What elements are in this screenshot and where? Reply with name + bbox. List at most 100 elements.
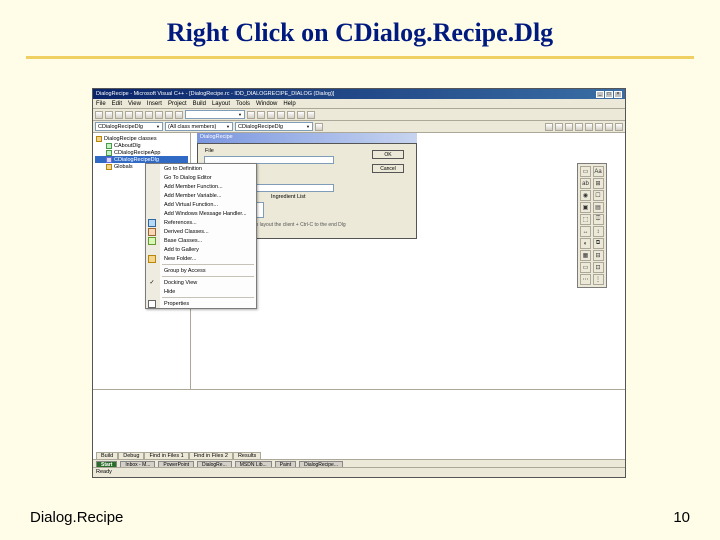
align-top-icon[interactable] bbox=[575, 123, 583, 131]
find-icon[interactable] bbox=[247, 111, 255, 119]
menu-project[interactable]: Project bbox=[168, 101, 187, 107]
wizard-icon[interactable] bbox=[315, 123, 323, 131]
cm-add-virtual-function[interactable]: Add Virtual Function... bbox=[146, 200, 256, 209]
button-icon[interactable]: ▣ bbox=[580, 202, 591, 213]
folder-icon bbox=[96, 136, 102, 142]
tree-ctrl-icon[interactable]: ⊡ bbox=[593, 262, 604, 273]
slide-footer-right: 10 bbox=[673, 509, 690, 526]
cm-add-member-variable[interactable]: Add Member Variable... bbox=[146, 191, 256, 200]
edit-box-icon[interactable]: ab bbox=[580, 178, 591, 189]
minimize-button[interactable]: _ bbox=[596, 91, 604, 98]
slider-icon[interactable]: ▦ bbox=[580, 250, 591, 261]
hscroll-icon[interactable]: ↔ bbox=[580, 226, 591, 237]
align-bottom-icon[interactable] bbox=[585, 123, 593, 131]
tree-root[interactable]: DialogRecipe classes bbox=[95, 135, 188, 142]
properties-icon bbox=[148, 300, 156, 308]
group-box-icon[interactable]: ⊞ bbox=[593, 178, 604, 189]
save-icon[interactable] bbox=[115, 111, 123, 119]
tab-find2[interactable]: Find in Files 2 bbox=[189, 452, 233, 459]
build-icon[interactable] bbox=[257, 111, 265, 119]
cm-new-folder[interactable]: New Folder... bbox=[146, 254, 256, 263]
progress-icon[interactable]: ⧉ bbox=[593, 238, 604, 249]
cm-add-to-gallery[interactable]: Add to Gallery bbox=[146, 245, 256, 254]
menu-tools[interactable]: Tools bbox=[236, 101, 250, 107]
cancel-button[interactable]: Cancel bbox=[372, 164, 404, 173]
custom-ctrl-icon[interactable]: ⋮ bbox=[593, 274, 604, 285]
menu-insert[interactable]: Insert bbox=[147, 101, 162, 107]
list-ctrl-icon[interactable]: ▭ bbox=[580, 262, 591, 273]
ide-title-text: DialogRecipe - Microsoft Visual C++ - [D… bbox=[96, 91, 334, 97]
execute-icon[interactable] bbox=[287, 111, 295, 119]
compile-icon[interactable] bbox=[267, 111, 275, 119]
undo-icon[interactable] bbox=[165, 111, 173, 119]
cm-properties[interactable]: Properties bbox=[146, 299, 256, 308]
menu-edit[interactable]: Edit bbox=[112, 101, 122, 107]
cut-icon[interactable] bbox=[135, 111, 143, 119]
cm-hide[interactable]: Hide bbox=[146, 287, 256, 296]
grid-icon[interactable] bbox=[615, 123, 623, 131]
cm-docking-view[interactable]: ✓ Docking View bbox=[146, 278, 256, 287]
test-dialog-icon[interactable] bbox=[545, 123, 553, 131]
ok-button[interactable]: OK bbox=[372, 150, 404, 159]
class-combo[interactable]: CDialogRecipeDlg▼ bbox=[95, 122, 163, 131]
tab-results[interactable]: Results bbox=[233, 452, 261, 459]
class-icon bbox=[106, 150, 112, 156]
go-icon[interactable] bbox=[297, 111, 305, 119]
cm-add-message-handler[interactable]: Add Windows Message Handler... bbox=[146, 209, 256, 218]
paste-icon[interactable] bbox=[155, 111, 163, 119]
spin-icon[interactable]: ◐ bbox=[580, 238, 591, 249]
list-box-icon[interactable]: ⬚ bbox=[580, 214, 591, 225]
tab-find1[interactable]: Find in Files 1 bbox=[144, 452, 188, 459]
center-horiz-icon[interactable] bbox=[595, 123, 603, 131]
copy-icon[interactable] bbox=[145, 111, 153, 119]
vscroll-icon[interactable]: ↕ bbox=[593, 226, 604, 237]
cm-derived-classes[interactable]: Derived Classes... bbox=[146, 227, 256, 236]
members-combo[interactable]: (All class members)▼ bbox=[165, 122, 233, 131]
check-box-icon[interactable]: ☐ bbox=[593, 190, 604, 201]
center-vert-icon[interactable] bbox=[605, 123, 613, 131]
radio-button-icon[interactable]: ◉ bbox=[580, 190, 591, 201]
pointer-tool-icon[interactable]: ▭ bbox=[580, 166, 591, 177]
menu-view[interactable]: View bbox=[128, 101, 141, 107]
tab-build[interactable]: Build bbox=[96, 452, 118, 459]
menu-file[interactable]: File bbox=[96, 101, 106, 107]
cm-base-classes[interactable]: Base Classes... bbox=[146, 236, 256, 245]
statusbar: Ready bbox=[93, 467, 625, 477]
workspace-combo[interactable]: ▼ bbox=[185, 110, 245, 119]
derived-icon bbox=[148, 228, 156, 236]
static-text-icon[interactable]: Aa bbox=[593, 166, 604, 177]
close-button[interactable]: × bbox=[614, 91, 622, 98]
cm-references[interactable]: References... bbox=[146, 218, 256, 227]
menu-help[interactable]: Help bbox=[283, 101, 295, 107]
class-icon bbox=[106, 143, 112, 149]
tree-item-cdialogrecipedlg[interactable]: CDialogRecipeDlg bbox=[95, 156, 188, 163]
menu-build[interactable]: Build bbox=[193, 101, 206, 107]
save-all-icon[interactable] bbox=[125, 111, 133, 119]
combo-box-icon[interactable]: ▤ bbox=[593, 202, 604, 213]
open-file-icon[interactable] bbox=[105, 111, 113, 119]
tree-item-cdialogrecipeapp[interactable]: CDialogRecipeApp bbox=[95, 149, 188, 156]
align-left-icon[interactable] bbox=[555, 123, 563, 131]
redo-icon[interactable] bbox=[175, 111, 183, 119]
breakpoint-icon[interactable] bbox=[307, 111, 315, 119]
tree-item-caboutdlg[interactable]: CAboutDlg bbox=[95, 142, 188, 149]
dialog-form-titlebar[interactable]: DialogRecipe bbox=[197, 133, 417, 143]
function-combo[interactable]: CDialogRecipeDlg▼ bbox=[235, 122, 313, 131]
new-file-icon[interactable] bbox=[95, 111, 103, 119]
menu-layout[interactable]: Layout bbox=[212, 101, 230, 107]
picture-icon[interactable]: ⎅ bbox=[593, 214, 604, 225]
hotkey-icon[interactable]: ⊟ bbox=[593, 250, 604, 261]
stop-build-icon[interactable] bbox=[277, 111, 285, 119]
cm-group-by-access[interactable]: Group by Access bbox=[146, 266, 256, 275]
label-file: File bbox=[204, 148, 215, 154]
menu-window[interactable]: Window bbox=[256, 101, 277, 107]
cm-add-member-function[interactable]: Add Member Function... bbox=[146, 182, 256, 191]
cm-go-to-definition[interactable]: Go to Definition bbox=[146, 164, 256, 173]
base-icon bbox=[148, 237, 156, 245]
window-buttons: _ □ × bbox=[596, 91, 622, 98]
cm-go-to-dialog-editor[interactable]: Go To Dialog Editor bbox=[146, 173, 256, 182]
tab-ctrl-icon[interactable]: ⋯ bbox=[580, 274, 591, 285]
tab-debug[interactable]: Debug bbox=[118, 452, 144, 459]
align-right-icon[interactable] bbox=[565, 123, 573, 131]
maximize-button[interactable]: □ bbox=[605, 91, 613, 98]
